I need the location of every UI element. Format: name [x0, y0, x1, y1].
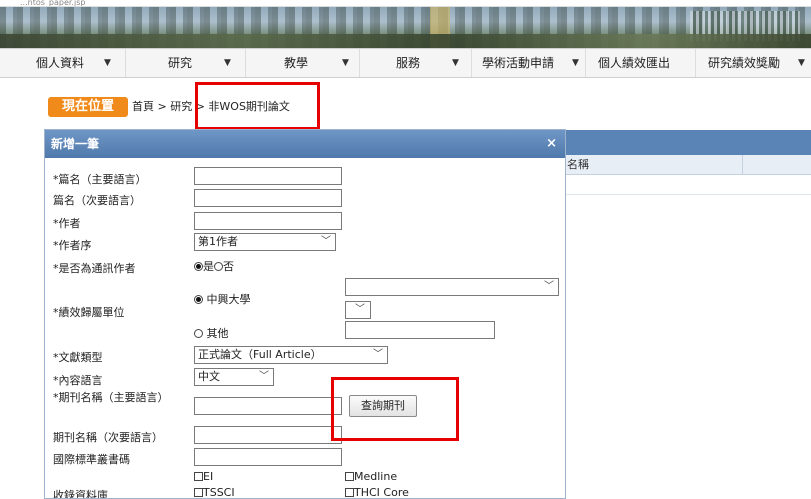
databases-label: 收錄資料庫 — [53, 489, 108, 499]
title-primary-label: *篇名（主要語言） — [53, 173, 147, 186]
add-record-dialog: 新增一筆 × *篇名（主要語言） 篇名（次要語言） *作者 *作者序 第1作者 … — [44, 129, 566, 499]
corresponding-options: 是否 — [194, 258, 234, 274]
nav-item-profile[interactable]: 個人資料 ▼ — [0, 49, 126, 77]
nav-item-research-award[interactable]: 研究績效獎勵 ▼ — [696, 49, 811, 77]
checkbox-tssci[interactable] — [194, 488, 203, 497]
nav-item-academic-activity[interactable]: 學術活動申請 ▼ — [472, 49, 586, 77]
checkbox-medline[interactable] — [345, 472, 354, 481]
caret-down-icon: ▼ — [572, 58, 579, 68]
location-tag: 現在位置 — [48, 97, 128, 117]
chevron-down-icon: ﹀ — [259, 371, 269, 382]
site-banner — [0, 7, 811, 48]
title-secondary-label: 篇名（次要語言） — [53, 194, 141, 207]
nav-item-service[interactable]: 服務 ▼ — [360, 49, 472, 77]
author-order-select[interactable]: 第1作者 ﹀ — [194, 233, 336, 251]
radio-other[interactable] — [194, 329, 203, 338]
background-table-header — [565, 130, 811, 155]
background-table-row — [565, 175, 811, 195]
caret-down-icon: ▼ — [104, 58, 111, 68]
author-label: *作者 — [53, 217, 81, 230]
author-input[interactable] — [194, 212, 342, 230]
nav-item-research[interactable]: 研究 ▼ — [126, 49, 246, 77]
dialog-title: 新增一筆 — [45, 130, 565, 158]
highlight-search-journal — [331, 377, 459, 441]
doc-type-label: *文獻類型 — [53, 351, 103, 364]
caret-down-icon: ▼ — [342, 58, 349, 68]
chevron-down-icon: ﹀ — [321, 236, 331, 247]
address-fragment: ...ntos_paper.jsp — [0, 0, 811, 7]
doc-type-select[interactable]: 正式論文（Full Article） ﹀ — [194, 346, 388, 364]
chevron-down-icon: ﹀ — [544, 281, 554, 292]
affiliation-label: *績效歸屬單位 — [53, 306, 125, 319]
affiliation-nchu-option[interactable]: 中興大學 — [194, 291, 251, 307]
radio-no[interactable] — [214, 262, 223, 271]
title-secondary-input[interactable] — [194, 189, 342, 207]
radio-yes[interactable] — [194, 262, 203, 271]
issn-input[interactable] — [194, 448, 342, 466]
affiliation-subunit-select[interactable]: ﹀ — [345, 301, 371, 319]
affiliation-other-option[interactable]: 其他 — [194, 325, 229, 341]
database-tssci[interactable]: TSSCI — [194, 486, 235, 498]
title-primary-input[interactable] — [194, 167, 342, 185]
database-medline[interactable]: Medline — [345, 470, 397, 483]
nav-item-teaching[interactable]: 教學 ▼ — [246, 49, 360, 77]
column-name: 名稱 — [567, 158, 589, 171]
database-thci-core[interactable]: THCI Core — [345, 486, 409, 498]
journal-secondary-label: 期刊名稱（次要語言） — [53, 431, 163, 444]
database-ei[interactable]: EI — [194, 470, 213, 483]
caret-down-icon: ▼ — [224, 58, 231, 68]
caret-down-icon: ▼ — [798, 58, 805, 68]
issn-label: 國際標準叢書碼 — [53, 453, 130, 466]
close-icon[interactable]: × — [546, 130, 557, 158]
highlight-breadcrumb — [195, 82, 320, 130]
checkbox-thci-core[interactable] — [345, 488, 354, 497]
journal-primary-label: *期刊名稱（主要語言） — [53, 391, 169, 404]
nav-item-performance-export[interactable]: 個人績效匯出 — [586, 49, 696, 77]
content-language-label: *內容語言 — [53, 374, 103, 387]
affiliation-unit-select[interactable]: ﹀ — [345, 278, 559, 296]
caret-down-icon: ▼ — [452, 58, 459, 68]
journal-primary-input[interactable] — [194, 397, 342, 415]
chevron-down-icon: ﹀ — [355, 304, 365, 315]
radio-nchu[interactable] — [194, 295, 203, 304]
checkbox-ei[interactable] — [194, 472, 203, 481]
journal-secondary-input[interactable] — [194, 426, 342, 444]
background-table-columns: 名稱 — [565, 155, 811, 175]
main-nav: 個人資料 ▼ 研究 ▼ 教學 ▼ 服務 ▼ 學術活動申請 ▼ 個人績效匯出 研究… — [0, 48, 811, 78]
affiliation-other-input[interactable] — [345, 321, 495, 339]
chevron-down-icon: ﹀ — [373, 349, 383, 360]
author-order-label: *作者序 — [53, 239, 92, 252]
content-language-select[interactable]: 中文 ﹀ — [194, 368, 274, 386]
corresponding-label: *是否為通訊作者 — [53, 262, 136, 275]
